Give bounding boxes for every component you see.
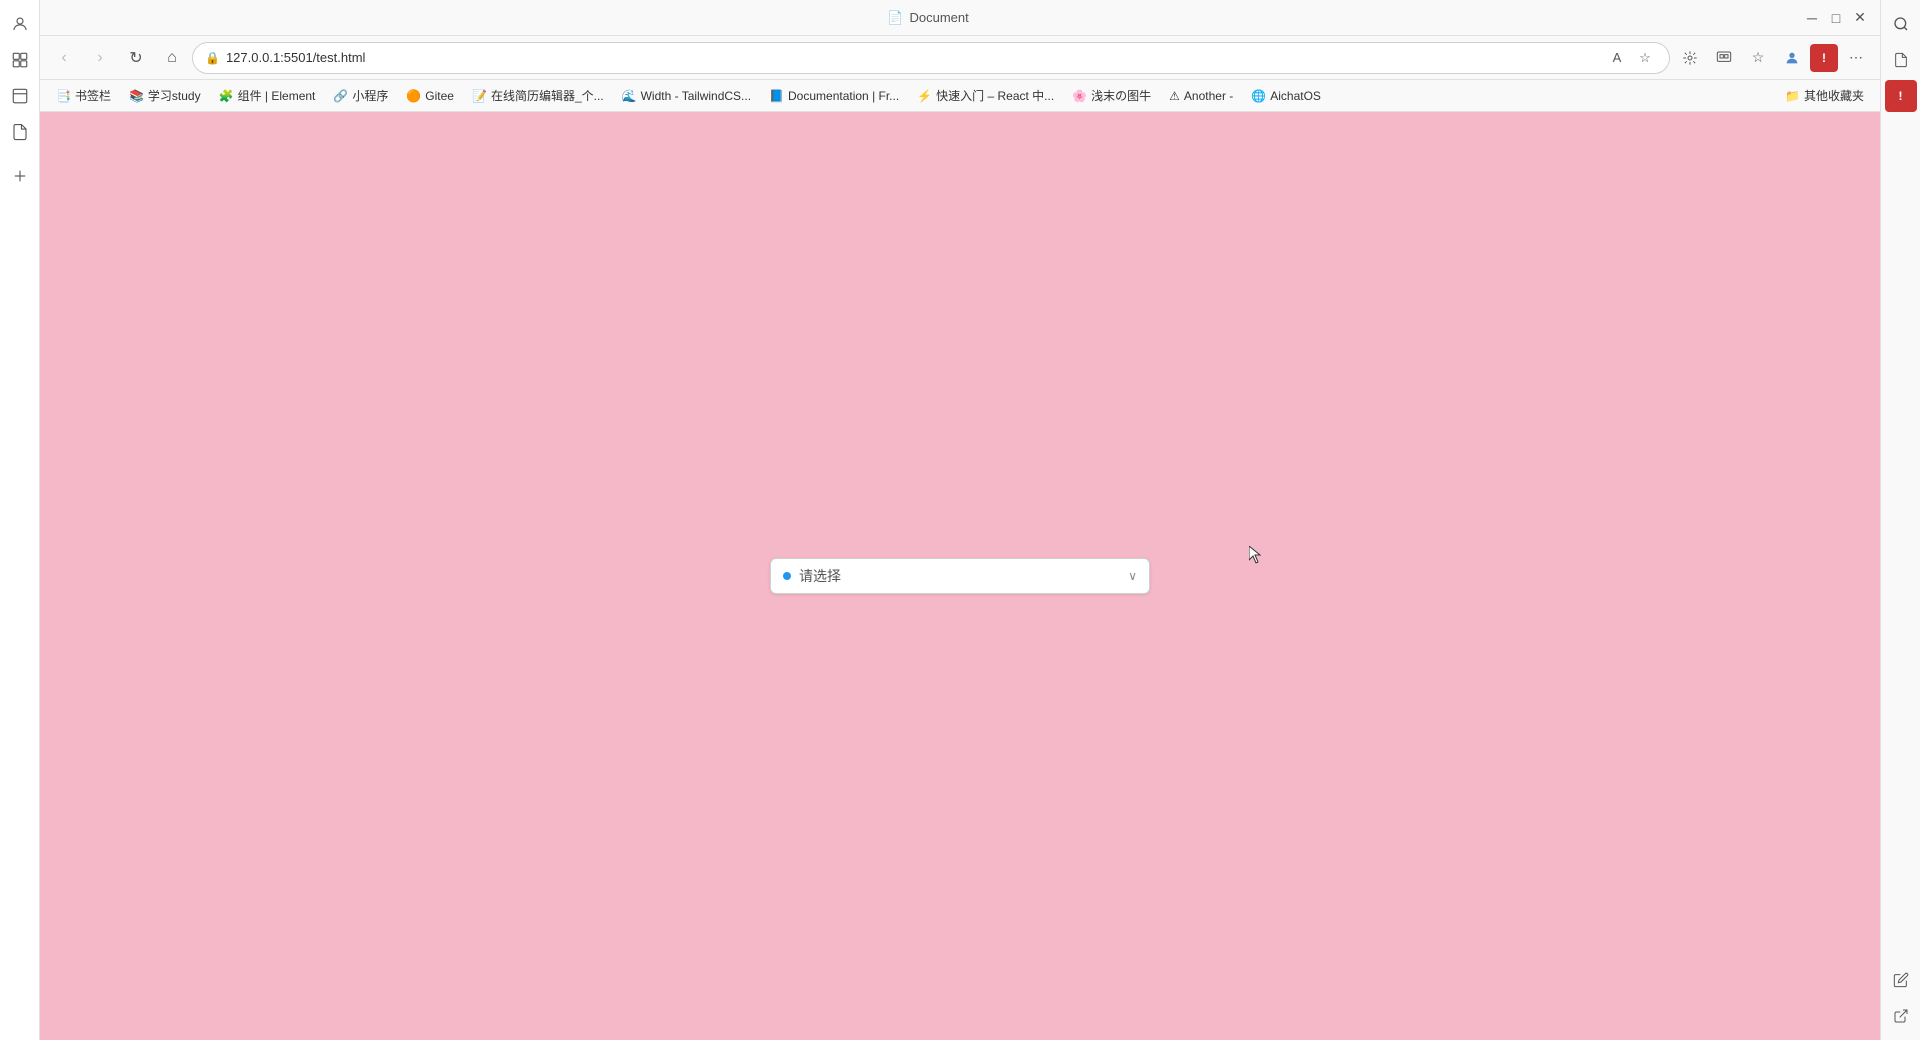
- share-sidebar-icon[interactable]: [1885, 1000, 1917, 1032]
- bookmark-miniapp-label: 小程序: [352, 87, 388, 104]
- forward-button[interactable]: ›: [84, 42, 116, 74]
- bookmark-react-label: 快速入门 – React 中...: [936, 87, 1054, 104]
- bookmark-resume[interactable]: 📝 在线简历编辑器_个...: [464, 84, 612, 107]
- bookmark-tailwind-icon: 🌊: [622, 89, 637, 103]
- page-content: 请选择 ∨: [40, 112, 1880, 1040]
- bookmark-another-label: Another -: [1184, 89, 1233, 103]
- select-wrapper: 请选择 ∨: [770, 558, 1150, 594]
- browser-main: 📄 Document ─ □ ✕ ‹ › ↻ ⌂ 🔒 127.0.0.1:550…: [40, 0, 1880, 1040]
- navigation-bar: ‹ › ↻ ⌂ 🔒 127.0.0.1:5501/test.html A ☆: [40, 36, 1880, 80]
- bookmark-tailwind[interactable]: 🌊 Width - TailwindCS...: [614, 86, 759, 106]
- bookmark-aichat[interactable]: 🌐 AichatOS: [1243, 86, 1329, 106]
- close-button[interactable]: ✕: [1852, 10, 1868, 26]
- add-icon[interactable]: [4, 160, 36, 192]
- back-button[interactable]: ‹: [48, 42, 80, 74]
- bookmark-docs-icon: 📘: [769, 89, 784, 103]
- account-button[interactable]: [1776, 42, 1808, 74]
- refresh-button[interactable]: ↻: [120, 42, 152, 74]
- search-sidebar-icon[interactable]: [1885, 8, 1917, 40]
- bookmarks-more-label: 其他收藏夹: [1804, 87, 1864, 104]
- cursor-pointer: [1249, 546, 1265, 569]
- profile-icon[interactable]: [4, 8, 36, 40]
- window-title-text: Document: [909, 10, 968, 25]
- bookmark-resume-label: 在线简历编辑器_个...: [491, 87, 604, 104]
- bookmark-element-icon: 🧩: [219, 89, 234, 103]
- bookmark-element[interactable]: 🧩 组件 | Element: [211, 84, 324, 107]
- bookmarks-folder-icon: 📁: [1785, 89, 1800, 103]
- bookmark-qianmo[interactable]: 🌸 浅末の图牛: [1064, 84, 1159, 107]
- bookmark-qianmo-label: 浅末の图牛: [1091, 87, 1151, 104]
- select-indicator-dot: [783, 572, 791, 580]
- bookmark-gitee[interactable]: 🟠 Gitee: [398, 86, 462, 106]
- bookmark-bookmarks-icon: 📑: [56, 89, 71, 103]
- bookmarks-bar: 📑 书签栏 📚 学习study 🧩 组件 | Element 🔗 小程序 🟠 G…: [40, 80, 1880, 112]
- favorites-button[interactable]: ☆: [1742, 42, 1774, 74]
- document-icon[interactable]: [4, 116, 36, 148]
- bookmark-bookmarks[interactable]: 📑 书签栏: [48, 84, 119, 107]
- bookmarks-more-button[interactable]: 📁 其他收藏夹: [1777, 84, 1872, 107]
- bookmark-qianmo-icon: 🌸: [1072, 89, 1087, 103]
- bookmark-miniapp-icon: 🔗: [333, 89, 348, 103]
- extensions-icon[interactable]: [4, 44, 36, 76]
- bookmark-study-icon: 📚: [129, 89, 144, 103]
- tab-manager-button[interactable]: [1708, 42, 1740, 74]
- bookmark-docs-label: Documentation | Fr...: [788, 89, 899, 103]
- bookmark-study[interactable]: 📚 学习study: [121, 84, 209, 107]
- tab-icon[interactable]: [4, 80, 36, 112]
- window-controls: ─ □ ✕: [1804, 10, 1868, 26]
- bookmark-bookmarks-label: 书签栏: [75, 87, 111, 104]
- window-title: 📄 Document: [52, 10, 1804, 26]
- bookmark-study-label: 学习study: [148, 87, 201, 104]
- url-text: 127.0.0.1:5501/test.html: [226, 50, 1599, 65]
- star-icon[interactable]: ☆: [1633, 46, 1657, 70]
- bookmark-gitee-icon: 🟠: [406, 89, 421, 103]
- document-sidebar-icon[interactable]: [1885, 44, 1917, 76]
- notification-sidebar-icon[interactable]: !: [1885, 80, 1917, 112]
- home-button[interactable]: ⌂: [156, 42, 188, 74]
- chevron-down-icon: ∨: [1128, 569, 1137, 583]
- more-options-button[interactable]: ⋯: [1840, 42, 1872, 74]
- maximize-button[interactable]: □: [1828, 10, 1844, 26]
- left-sidebar: [0, 0, 40, 1040]
- address-bar-actions: A ☆: [1605, 46, 1657, 70]
- select-dropdown[interactable]: 请选择 ∨: [770, 558, 1150, 594]
- notification-badge[interactable]: !: [1810, 44, 1838, 72]
- bookmark-another[interactable]: ⚠ Another -: [1161, 86, 1241, 106]
- bookmark-aichat-label: AichatOS: [1270, 89, 1321, 103]
- nav-actions: ☆ ! ⋯: [1674, 42, 1872, 74]
- lock-icon: 🔒: [205, 51, 220, 65]
- edit-sidebar-icon[interactable]: [1885, 964, 1917, 996]
- bookmark-react[interactable]: ⚡ 快速入门 – React 中...: [909, 84, 1062, 107]
- title-bar: 📄 Document ─ □ ✕: [40, 0, 1880, 36]
- select-placeholder: 请选择: [799, 566, 1128, 586]
- bookmark-another-icon: ⚠: [1169, 89, 1180, 103]
- right-sidebar: !: [1880, 0, 1920, 1040]
- bookmark-docs[interactable]: 📘 Documentation | Fr...: [761, 86, 907, 106]
- bookmark-miniapp[interactable]: 🔗 小程序: [325, 84, 396, 107]
- copilot-button[interactable]: [1674, 42, 1706, 74]
- bookmark-resume-icon: 📝: [472, 89, 487, 103]
- minimize-button[interactable]: ─: [1804, 10, 1820, 26]
- bookmark-aichat-icon: 🌐: [1251, 89, 1266, 103]
- bookmark-tailwind-label: Width - TailwindCS...: [641, 89, 751, 103]
- translate-icon[interactable]: A: [1605, 46, 1629, 70]
- bookmark-element-label: 组件 | Element: [238, 87, 316, 104]
- bookmark-gitee-label: Gitee: [425, 89, 454, 103]
- address-bar[interactable]: 🔒 127.0.0.1:5501/test.html A ☆: [192, 42, 1670, 74]
- bookmark-react-icon: ⚡: [917, 89, 932, 103]
- window-title-icon: 📄: [887, 10, 903, 26]
